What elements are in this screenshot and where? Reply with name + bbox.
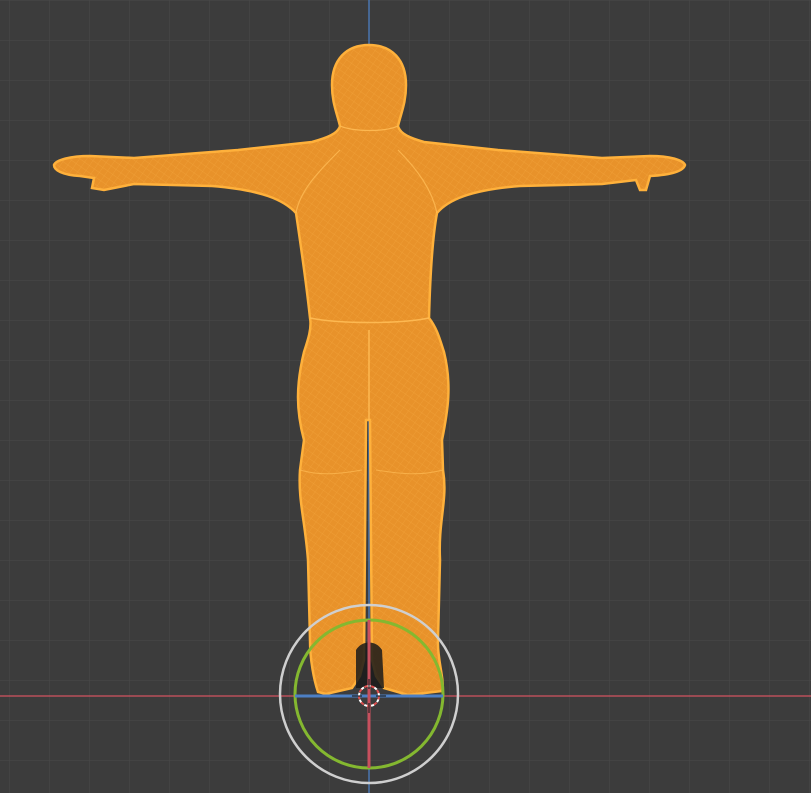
3d-viewport[interactable] bbox=[0, 0, 811, 793]
viewport-canvas[interactable] bbox=[0, 0, 811, 793]
